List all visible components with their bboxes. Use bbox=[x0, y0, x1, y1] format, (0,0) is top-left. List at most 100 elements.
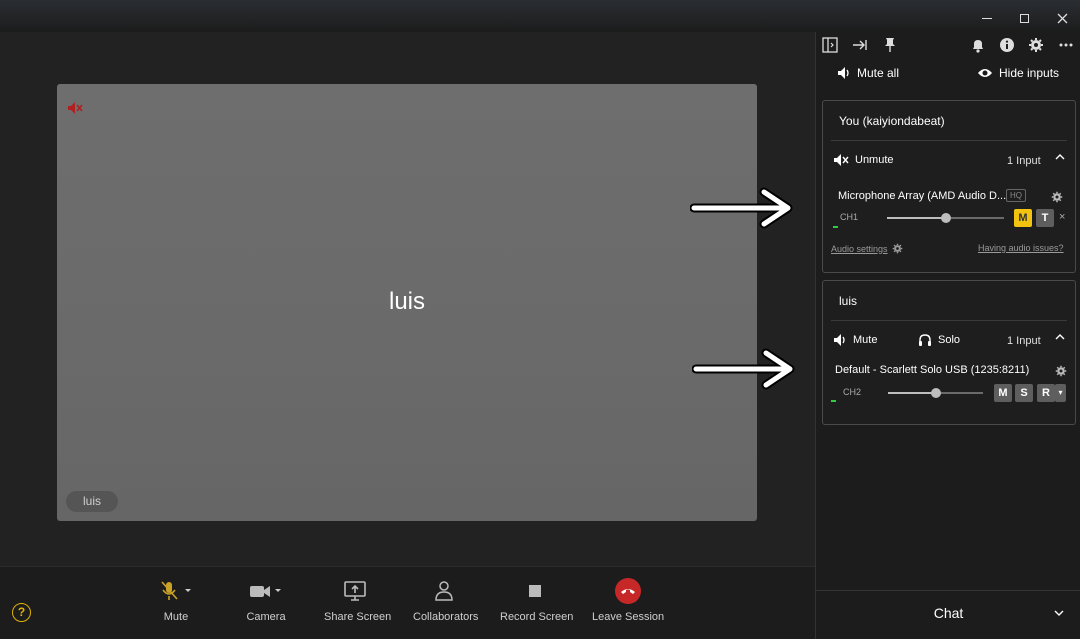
collaborators-button[interactable]: Collaborators bbox=[413, 577, 479, 637]
record-screen-label: Record Screen bbox=[500, 611, 574, 623]
hide-inputs-label: Hide inputs bbox=[999, 66, 1060, 80]
volume-fill bbox=[887, 217, 946, 219]
participant-card-title: luis bbox=[839, 294, 858, 308]
mute-label: Mute bbox=[853, 334, 878, 346]
collapse-inputs-button[interactable] bbox=[1055, 153, 1065, 160]
collapse-button[interactable] bbox=[848, 32, 872, 58]
more-icon bbox=[1059, 43, 1073, 47]
device-settings-button[interactable] bbox=[1055, 364, 1067, 382]
bottom-toolbar: ? Mute Camera Share Screen Collaborators… bbox=[0, 566, 815, 639]
minimize-icon bbox=[982, 17, 992, 19]
input-level-meter bbox=[831, 400, 836, 402]
record-channel-button[interactable]: R bbox=[1037, 384, 1055, 402]
camera-icon bbox=[250, 586, 281, 597]
input-device-name: Microphone Array (AMD Audio D... bbox=[838, 190, 1007, 202]
record-icon bbox=[529, 585, 541, 597]
pin-button[interactable] bbox=[878, 32, 902, 58]
chevron-up-icon bbox=[1055, 154, 1065, 160]
eye-icon bbox=[978, 69, 992, 77]
minimize-button[interactable] bbox=[972, 6, 1002, 30]
notifications-button[interactable] bbox=[966, 32, 990, 58]
mic-off-icon bbox=[161, 581, 191, 600]
audio-issues-link[interactable]: Having audio issues? bbox=[978, 243, 1064, 253]
info-icon bbox=[1000, 38, 1014, 52]
settings-button[interactable] bbox=[1024, 32, 1048, 58]
remove-input-button[interactable]: × bbox=[1059, 211, 1065, 223]
camera-label: Camera bbox=[246, 611, 286, 623]
input-count: 1 Input bbox=[1007, 335, 1041, 347]
speaker-icon bbox=[834, 334, 845, 346]
solo-channel-button[interactable]: S bbox=[1015, 384, 1033, 402]
maximize-button[interactable] bbox=[1009, 6, 1039, 30]
participant-card-title: You (kaiyiondabeat) bbox=[839, 114, 945, 128]
chevron-up-icon bbox=[1055, 334, 1065, 340]
title-bar bbox=[0, 0, 1080, 32]
volume-knob[interactable] bbox=[930, 388, 941, 398]
arrow-to-right-icon bbox=[853, 40, 867, 50]
device-settings-button[interactable] bbox=[1051, 190, 1063, 208]
share-screen-label: Share Screen bbox=[324, 611, 392, 623]
mute-button[interactable]: Mute bbox=[150, 577, 202, 637]
hide-inputs-button[interactable]: Hide inputs bbox=[977, 66, 1059, 80]
leave-session-label: Leave Session bbox=[592, 611, 665, 623]
audio-settings-label: Audio settings bbox=[831, 243, 888, 254]
audio-settings-link[interactable]: Audio settings bbox=[831, 243, 903, 254]
hq-toggle[interactable]: HQ bbox=[1006, 189, 1026, 202]
gear-icon bbox=[892, 243, 902, 254]
channel-label: CH1 bbox=[840, 212, 859, 222]
chat-bar[interactable]: Chat bbox=[816, 590, 1080, 639]
chat-label: Chat bbox=[933, 605, 964, 621]
talkback-button[interactable]: T bbox=[1036, 209, 1054, 227]
gear-icon bbox=[1055, 365, 1067, 377]
panel-icon bbox=[822, 37, 838, 53]
mute-all-button[interactable]: Mute all bbox=[837, 66, 899, 80]
record-screen-button[interactable]: Record Screen bbox=[500, 577, 574, 637]
collaborators-icon bbox=[435, 581, 453, 601]
maximize-icon bbox=[1019, 13, 1029, 23]
speaker-icon bbox=[838, 67, 849, 79]
camera-button[interactable]: Camera bbox=[240, 577, 292, 637]
speaker-muted-icon bbox=[68, 102, 83, 114]
mute-channel-button[interactable]: M bbox=[1014, 209, 1032, 227]
channel-label: CH2 bbox=[843, 387, 862, 397]
leave-call-icon bbox=[615, 578, 641, 604]
mute-label: Mute bbox=[163, 611, 189, 623]
volume-slider[interactable] bbox=[887, 213, 1004, 223]
toggle-panel-button[interactable] bbox=[818, 32, 842, 58]
volume-knob[interactable] bbox=[940, 213, 951, 223]
collaborators-label: Collaborators bbox=[413, 611, 479, 623]
more-button[interactable] bbox=[1054, 32, 1078, 58]
volume-fill bbox=[888, 392, 936, 394]
annotation-arrow-icon bbox=[692, 348, 795, 390]
solo-label: Solo bbox=[938, 334, 961, 346]
input-device-name: Default - Scarlett Solo USB (1235:8211) bbox=[835, 364, 1030, 376]
bell-icon bbox=[973, 40, 983, 53]
close-button[interactable] bbox=[1047, 6, 1077, 30]
participant-name: luis bbox=[388, 288, 425, 315]
unmute-label: Unmute bbox=[855, 154, 894, 166]
mute-participant-button[interactable]: Mute bbox=[833, 333, 877, 347]
speaker-muted-icon bbox=[834, 154, 849, 166]
gear-icon bbox=[1029, 38, 1043, 52]
side-panel: Mute all Hide inputs You (kaiyiondabeat)… bbox=[815, 32, 1080, 639]
chevron-down-icon bbox=[1054, 610, 1064, 616]
participant-tile[interactable]: luis luis bbox=[57, 84, 757, 521]
leave-session-button[interactable]: Leave Session bbox=[592, 577, 664, 637]
info-button[interactable] bbox=[995, 32, 1019, 58]
gear-icon bbox=[1051, 191, 1063, 203]
headphones-icon bbox=[919, 334, 931, 346]
close-icon bbox=[1057, 13, 1067, 23]
solo-button[interactable]: Solo bbox=[918, 333, 960, 347]
mute-channel-button[interactable]: M bbox=[994, 384, 1012, 402]
share-screen-button[interactable]: Share Screen bbox=[324, 577, 392, 637]
participant-card-you: You (kaiyiondabeat) Unmute 1 Input Micro… bbox=[822, 100, 1076, 273]
mute-all-label: Mute all bbox=[857, 66, 900, 80]
participant-name-pill: luis bbox=[66, 491, 119, 512]
share-screen-icon bbox=[344, 581, 366, 601]
input-count: 1 Input bbox=[1007, 155, 1041, 167]
unmute-button[interactable]: Unmute bbox=[833, 153, 894, 167]
collapse-inputs-button[interactable] bbox=[1055, 333, 1065, 340]
help-icon[interactable]: ? bbox=[12, 603, 31, 622]
channel-options-button[interactable]: ▾ bbox=[1055, 384, 1066, 402]
volume-slider[interactable] bbox=[888, 388, 983, 398]
